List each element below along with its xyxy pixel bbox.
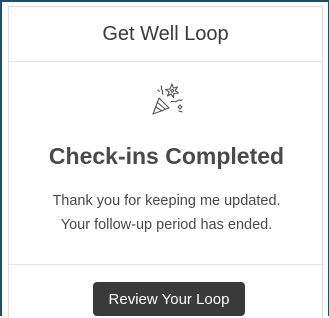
- card-title: Get Well Loop: [102, 22, 229, 45]
- review-loop-button[interactable]: Review Your Loop: [93, 282, 245, 316]
- divider: [9, 264, 324, 265]
- window-frame: Get Well Loop Check-ins Completed Thank …: [0, 0, 329, 318]
- completion-message: Thank you for keeping me updated. Your f…: [9, 189, 324, 237]
- status-heading: Check-ins Completed: [48, 143, 285, 169]
- message-line-1: Thank you for keeping me updated.: [52, 193, 281, 209]
- party-popper-icon: [149, 81, 185, 117]
- card-header: Get Well Loop: [9, 7, 322, 62]
- message-line-2: Your follow-up period has ended.: [60, 217, 273, 233]
- loop-card: Get Well Loop Check-ins Completed Thank …: [8, 6, 324, 318]
